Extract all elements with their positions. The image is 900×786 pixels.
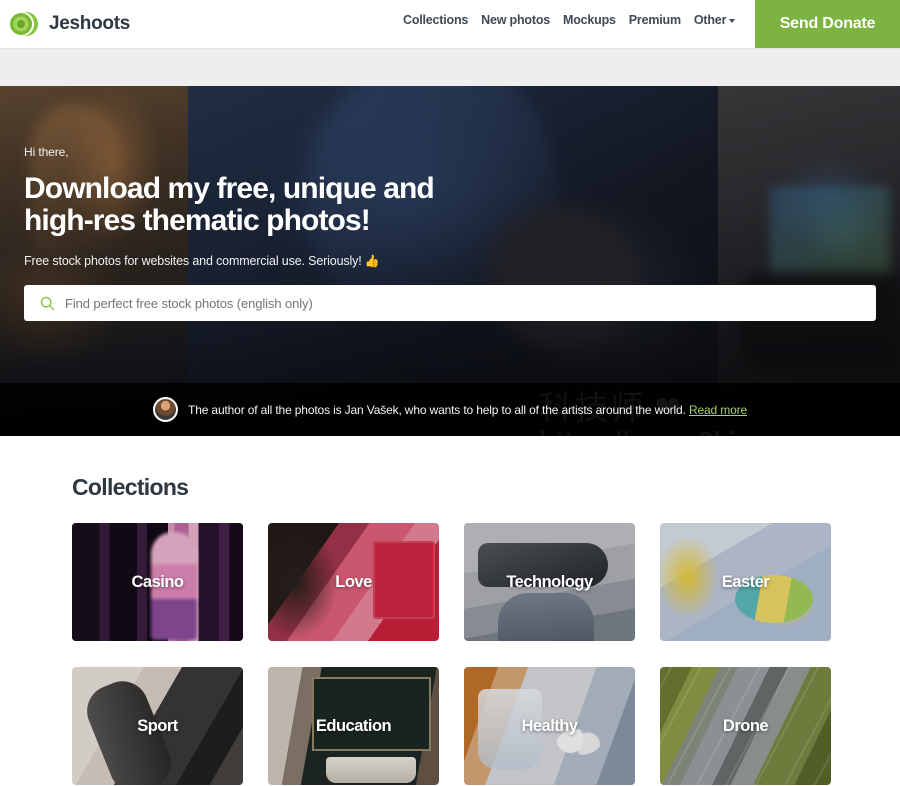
author-avatar [153, 397, 179, 422]
chevron-down-icon [729, 18, 736, 23]
search-input[interactable] [65, 295, 876, 311]
collection-card-healthy[interactable]: Healthy [464, 667, 635, 785]
collection-card-drone[interactable]: Drone [660, 667, 831, 785]
read-more-link[interactable]: Read more [689, 403, 747, 417]
collection-card-label: Casino [131, 572, 184, 591]
nav-link-premium-label: Premium [628, 13, 681, 27]
nav-link-collections[interactable]: Collections [403, 13, 468, 27]
collection-card-label: Education [315, 716, 392, 735]
author-strip: The author of all the photos is Jan Vaše… [0, 383, 900, 436]
nav-link-other-dropdown[interactable]: Other [693, 13, 736, 27]
collection-card-label: Drone [722, 716, 769, 735]
collection-card-easter[interactable]: Easter [660, 523, 831, 641]
nav-link-collections-label: Collections [403, 13, 469, 27]
navbar-under-band [0, 48, 900, 86]
author-description: The author of all the photos is Jan Vaše… [188, 402, 686, 417]
collection-card-education[interactable]: Education [268, 667, 439, 785]
collection-card-label: Technology [506, 572, 593, 591]
collection-card-love[interactable]: Love [268, 523, 439, 641]
thumbs-up-icon: 👍 [364, 254, 380, 269]
collection-card-sport[interactable]: Sport [72, 667, 243, 785]
collections-section: Collections Casino Love Technology Easte… [0, 436, 900, 785]
hero-greeting: Hi there, [24, 145, 69, 159]
hero-subtitle-text: Free stock photos for websites and comme… [24, 254, 362, 269]
hero-search-box[interactable] [24, 285, 876, 322]
nav-link-new-photos-label: New photos [481, 13, 551, 27]
author-text: The author of all the photos is Jan Vaše… [188, 403, 747, 417]
collection-card-label: Easter [721, 572, 770, 591]
collection-card-casino[interactable]: Casino [72, 523, 243, 641]
send-donate-button[interactable]: Send Donate [755, 0, 900, 48]
page-title: Collections [72, 474, 189, 500]
hero-title: Download my free, unique and high-res th… [24, 172, 880, 238]
brand-name: Jeshoots [49, 13, 131, 34]
jeshoots-circle-logo-icon [10, 12, 38, 36]
nav-link-premium[interactable]: Premium [629, 13, 681, 27]
hero-title-line-1: Download my free, unique and [24, 172, 435, 205]
nav-link-mockups-label: Mockups [563, 13, 616, 27]
collection-card-label: Healthy [521, 716, 578, 735]
hero-subtitle: Free stock photos for websites and comme… [24, 254, 880, 268]
collection-card-label: Sport [137, 716, 178, 735]
hero-section: 科技师 ❤ https://www.3kjs.com Hi there, Dow… [0, 86, 900, 436]
nav-link-mockups[interactable]: Mockups [563, 13, 616, 27]
search-icon [40, 296, 55, 311]
nav-link-other-label: Other [693, 13, 727, 27]
collection-card-technology[interactable]: Technology [464, 523, 635, 641]
brand-logo-link[interactable]: Jeshoots [10, 11, 130, 37]
nav-link-new-photos[interactable]: New photos [481, 13, 550, 27]
collection-card-label: Love [335, 572, 372, 591]
nav-links: Collections New photos Mockups Premium O… [403, 13, 736, 27]
hero-title-line-2: high-res thematic photos! [24, 204, 371, 238]
hero-content: Hi there, Download my free, unique and h… [24, 145, 880, 322]
top-navbar: Jeshoots Collections New photos Mockups … [0, 0, 900, 48]
collections-grid: Casino Love Technology Easter Sport Educ… [72, 523, 831, 785]
